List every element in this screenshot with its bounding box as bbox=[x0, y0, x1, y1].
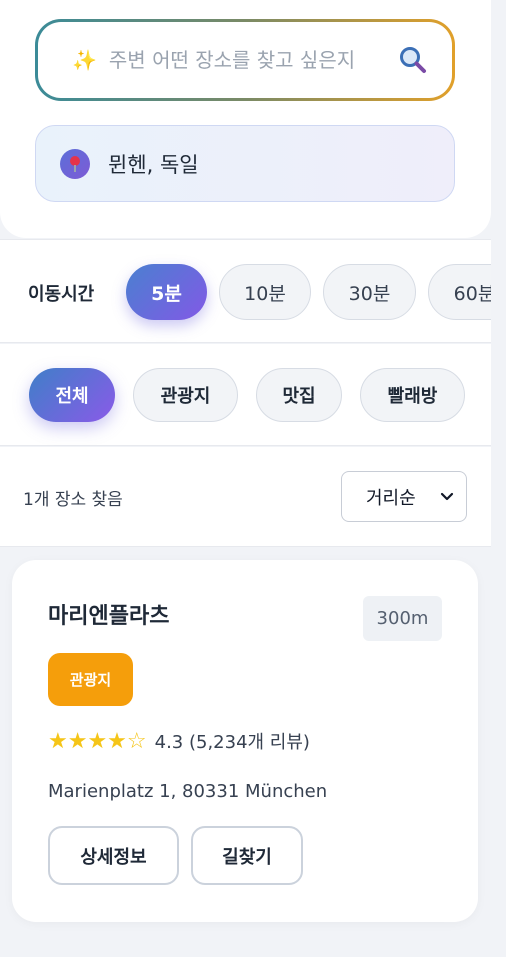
search-box[interactable]: ✨ bbox=[35, 19, 455, 101]
chevron-down-icon bbox=[440, 486, 454, 507]
category-chip-restaurants[interactable]: 맛집 bbox=[256, 368, 342, 422]
rating-text: 4.3 (5,234개 리뷰) bbox=[154, 732, 310, 753]
star-rating-icon: ★★★★☆ bbox=[48, 728, 147, 754]
search-card: ✨ 뮌헨, 독일 bbox=[0, 0, 491, 238]
location-selector[interactable]: 뮌헨, 독일 bbox=[35, 125, 455, 202]
rating: ★★★★☆ 4.3 (5,234개 리뷰) bbox=[48, 728, 310, 754]
time-chip-5[interactable]: 5분 bbox=[126, 264, 207, 320]
category-chip-attractions[interactable]: 관광지 bbox=[133, 368, 238, 422]
time-chip-30[interactable]: 30분 bbox=[323, 264, 416, 320]
time-chip-10[interactable]: 10분 bbox=[219, 264, 311, 320]
results-bar: 1개 장소 찾음 거리순 bbox=[0, 447, 491, 547]
place-card[interactable]: 마리엔플라츠 300m 관광지 ★★★★☆ 4.3 (5,234개 리뷰) Ma… bbox=[12, 560, 478, 922]
directions-button[interactable]: 길찾기 bbox=[191, 826, 303, 885]
travel-time-label: 이동시간 bbox=[28, 284, 95, 305]
sort-selected-value: 거리순 bbox=[366, 487, 416, 509]
magnifier-icon[interactable] bbox=[396, 43, 430, 77]
sort-select[interactable]: 거리순 bbox=[341, 471, 467, 522]
result-count: 1개 장소 찾음 bbox=[23, 490, 123, 510]
category-chip-all[interactable]: 전체 bbox=[29, 368, 115, 422]
category-chip-laundry[interactable]: 빨래방 bbox=[360, 368, 465, 422]
category-filter: 전체 관광지 맛집 빨래방 bbox=[0, 344, 491, 446]
app-screen: ✨ 뮌헨, 독일 이동시간 5분 10분 bbox=[0, 0, 506, 957]
distance-badge: 300m bbox=[363, 596, 442, 641]
sparkle-icon: ✨ bbox=[72, 48, 97, 72]
pin-icon bbox=[60, 148, 90, 179]
place-address: Marienplatz 1, 80331 München bbox=[48, 781, 328, 802]
category-badge: 관광지 bbox=[48, 653, 133, 706]
detail-button[interactable]: 상세정보 bbox=[48, 826, 179, 885]
time-chip-60[interactable]: 60분 bbox=[428, 264, 491, 320]
search-input[interactable] bbox=[108, 48, 396, 72]
travel-time-filter: 이동시간 5분 10분 30분 60분 bbox=[0, 239, 491, 343]
location-text: 뮌헨, 독일 bbox=[108, 152, 199, 177]
search-inner: ✨ bbox=[38, 22, 452, 98]
place-name: 마리엔플라츠 bbox=[48, 604, 170, 629]
